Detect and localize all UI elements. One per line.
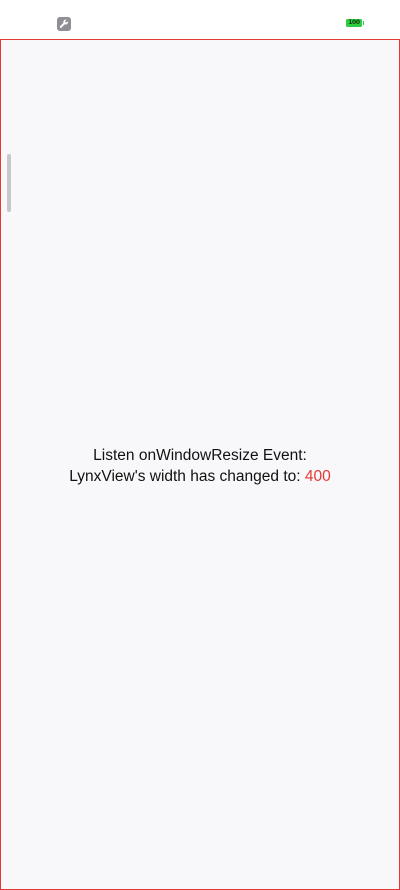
width-line: LynxView's width has changed to: 400: [1, 466, 399, 487]
lynx-view[interactable]: Listen onWindowResize Event: LynxView's …: [0, 39, 400, 890]
wrench-icon[interactable]: [57, 17, 71, 31]
scroll-indicator[interactable]: [7, 154, 11, 212]
width-label: LynxView's width has changed to:: [69, 468, 305, 485]
battery-level: 100: [348, 19, 360, 26]
battery-icon: 100: [346, 19, 364, 27]
status-bar: 100: [0, 0, 400, 39]
event-title: Listen onWindowResize Event:: [93, 447, 307, 464]
width-value: 400: [304, 468, 331, 485]
resize-message: Listen onWindowResize Event: LynxView's …: [1, 445, 399, 487]
